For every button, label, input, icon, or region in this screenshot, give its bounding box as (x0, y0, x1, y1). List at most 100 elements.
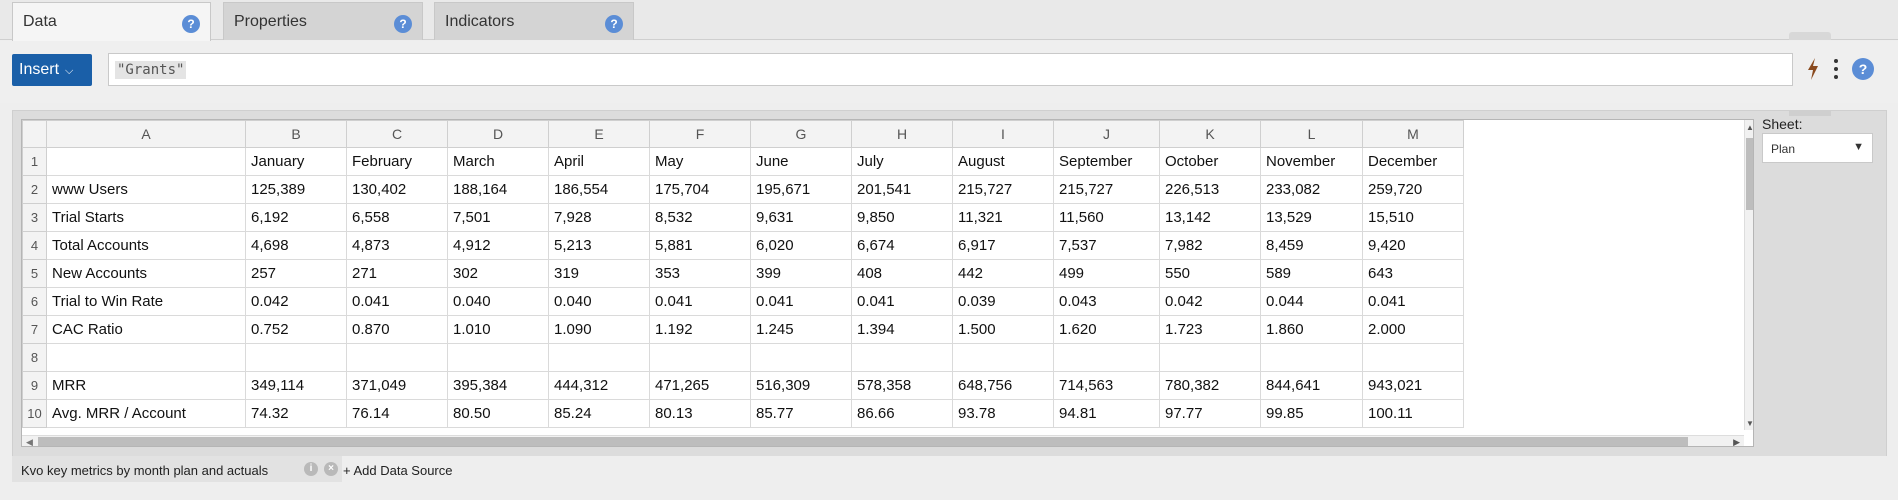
cell[interactable]: April (548, 147, 650, 176)
cell[interactable]: 8,459 (1260, 231, 1363, 260)
cell[interactable]: 371,049 (346, 371, 448, 400)
cell[interactable] (649, 343, 751, 372)
column-header[interactable]: D (447, 120, 549, 148)
cell[interactable]: 7,537 (1053, 231, 1160, 260)
cell[interactable]: 9,631 (750, 203, 852, 232)
cell[interactable]: 13,142 (1159, 203, 1261, 232)
cell[interactable]: www Users (46, 175, 246, 204)
cell[interactable]: 94.81 (1053, 399, 1160, 428)
cell[interactable]: 85.77 (750, 399, 852, 428)
cell[interactable]: 0.042 (245, 287, 347, 316)
cell[interactable]: 550 (1159, 259, 1261, 288)
lightning-bolt-icon[interactable] (1806, 57, 1820, 81)
cell[interactable]: 175,704 (649, 175, 751, 204)
cell[interactable]: 4,698 (245, 231, 347, 260)
cell[interactable]: 1.090 (548, 315, 650, 344)
cell[interactable]: 6,558 (346, 203, 448, 232)
cell[interactable]: 80.50 (447, 399, 549, 428)
corner-cell[interactable] (22, 120, 47, 148)
column-header[interactable]: K (1159, 120, 1261, 148)
panel-collapse-handle[interactable] (1789, 32, 1831, 40)
cell[interactable] (245, 343, 347, 372)
cell[interactable]: 4,912 (447, 231, 549, 260)
cell[interactable]: July (851, 147, 953, 176)
cell[interactable]: 4,873 (346, 231, 448, 260)
row-header[interactable]: 7 (22, 315, 47, 344)
cell[interactable]: 9,420 (1362, 231, 1464, 260)
cell[interactable]: 130,402 (346, 175, 448, 204)
cell[interactable]: August (952, 147, 1054, 176)
cell[interactable]: March (447, 147, 549, 176)
cell[interactable]: 7,982 (1159, 231, 1261, 260)
cell[interactable] (952, 343, 1054, 372)
column-header[interactable]: C (346, 120, 448, 148)
column-header[interactable]: L (1260, 120, 1363, 148)
row-header[interactable]: 2 (22, 175, 47, 204)
cell[interactable]: 0.040 (447, 287, 549, 316)
cell[interactable]: 395,384 (447, 371, 549, 400)
cell[interactable]: 6,020 (750, 231, 852, 260)
cell[interactable] (548, 343, 650, 372)
cell[interactable]: 271 (346, 259, 448, 288)
cell[interactable]: 442 (952, 259, 1054, 288)
row-header[interactable]: 10 (22, 399, 47, 428)
cell[interactable]: 302 (447, 259, 549, 288)
cell[interactable]: 76.14 (346, 399, 448, 428)
cell[interactable]: 589 (1260, 259, 1363, 288)
row-header[interactable]: 8 (22, 343, 47, 372)
cell[interactable]: June (750, 147, 852, 176)
cell[interactable]: 1.860 (1260, 315, 1363, 344)
cell[interactable]: 0.041 (851, 287, 953, 316)
cell[interactable]: 188,164 (447, 175, 549, 204)
cell[interactable]: 2.000 (1362, 315, 1464, 344)
cell[interactable]: 97.77 (1159, 399, 1261, 428)
cell[interactable]: 471,265 (649, 371, 751, 400)
cell[interactable]: September (1053, 147, 1160, 176)
tab-indicators[interactable]: Indicators ? (434, 2, 634, 40)
cell[interactable]: 233,082 (1260, 175, 1363, 204)
cell[interactable]: 259,720 (1362, 175, 1464, 204)
cell[interactable]: 186,554 (548, 175, 650, 204)
cell[interactable]: October (1159, 147, 1261, 176)
row-header[interactable]: 9 (22, 371, 47, 400)
cell[interactable]: 1.245 (750, 315, 852, 344)
cell[interactable] (1159, 343, 1261, 372)
cell[interactable]: 215,727 (1053, 175, 1160, 204)
row-header[interactable]: 5 (22, 259, 47, 288)
cell[interactable]: November (1260, 147, 1363, 176)
cell[interactable]: 844,641 (1260, 371, 1363, 400)
row-header[interactable]: 6 (22, 287, 47, 316)
cell[interactable]: 408 (851, 259, 953, 288)
cell[interactable]: 349,114 (245, 371, 347, 400)
cell[interactable]: 0.040 (548, 287, 650, 316)
horizontal-scrollbar[interactable]: ◀ ▶ (22, 435, 1744, 446)
cell[interactable]: 74.32 (245, 399, 347, 428)
scroll-down-icon[interactable]: ▼ (1746, 419, 1753, 428)
help-icon[interactable]: ? (605, 15, 623, 33)
scrollbar-thumb[interactable] (1746, 138, 1753, 210)
cell[interactable]: 8,532 (649, 203, 751, 232)
cell[interactable]: 353 (649, 259, 751, 288)
column-header[interactable]: I (952, 120, 1054, 148)
cell[interactable]: December (1362, 147, 1464, 176)
cell[interactable] (1260, 343, 1363, 372)
cell[interactable]: 257 (245, 259, 347, 288)
cell[interactable]: 1.620 (1053, 315, 1160, 344)
cell[interactable]: 86.66 (851, 399, 953, 428)
cell[interactable]: 6,917 (952, 231, 1054, 260)
cell[interactable] (851, 343, 953, 372)
cell[interactable]: 399 (750, 259, 852, 288)
scroll-up-icon[interactable]: ▲ (1746, 123, 1753, 132)
cell[interactable]: 0.752 (245, 315, 347, 344)
cell[interactable]: 0.039 (952, 287, 1054, 316)
vertical-scrollbar[interactable]: ▲ ▼ (1744, 120, 1753, 430)
cell[interactable]: 15,510 (1362, 203, 1464, 232)
tab-properties[interactable]: Properties ? (223, 2, 423, 40)
column-header[interactable]: B (245, 120, 347, 148)
cell[interactable]: 0.043 (1053, 287, 1160, 316)
cell[interactable]: New Accounts (46, 259, 246, 288)
scrollbar-thumb[interactable] (38, 437, 1688, 446)
help-icon[interactable]: ? (394, 15, 412, 33)
column-header[interactable]: G (750, 120, 852, 148)
data-source-chip[interactable]: Kvo key metrics by month plan and actual… (12, 456, 342, 482)
